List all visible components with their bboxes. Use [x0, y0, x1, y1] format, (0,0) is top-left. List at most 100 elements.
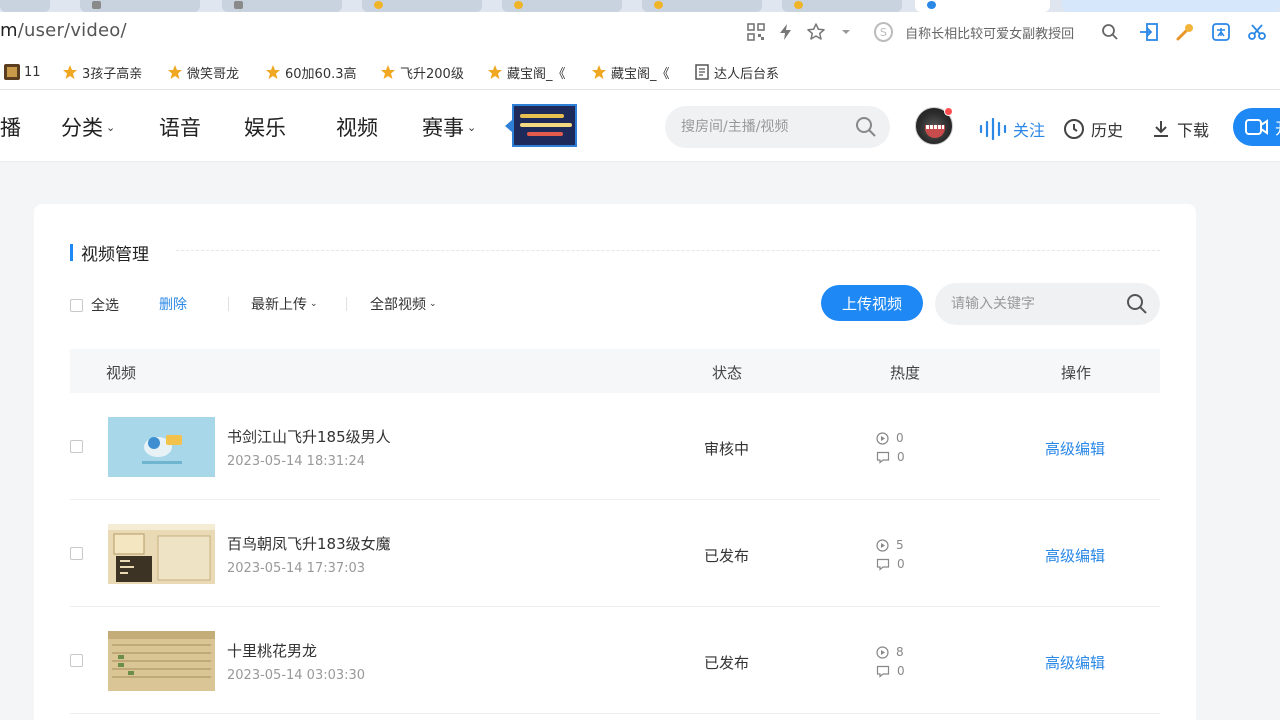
url-field[interactable]: m/user/video/ — [0, 20, 127, 41]
login-icon[interactable] — [1138, 21, 1160, 43]
column-header-status: 状态 — [712, 364, 743, 382]
browser-tab[interactable] — [222, 0, 342, 12]
site-search-box — [665, 106, 890, 148]
sort-dropdown[interactable]: 最新上传 ⌄ — [251, 294, 318, 314]
nav-label: 娱乐 — [244, 116, 286, 140]
table-row: 书剑江山飞升185级男人 2023-05-14 18:31:24 审核中 0 0… — [70, 393, 1160, 500]
bookmark-label: 达人后台系 — [714, 66, 780, 82]
upload-video-button[interactable]: 上传视频 — [821, 285, 923, 321]
video-thumbnail[interactable] — [108, 631, 215, 691]
checkbox[interactable] — [70, 298, 83, 312]
bookmark-item[interactable]: 飞升200级 — [380, 62, 464, 82]
bookmark-label: 藏宝阁_《 — [507, 66, 566, 82]
bookmark-item[interactable]: 60加60.3高 — [265, 62, 357, 82]
qr-code-icon[interactable] — [745, 21, 767, 43]
nav-label: 语音 — [159, 116, 201, 140]
advanced-edit-link[interactable]: 高级编辑 — [1045, 652, 1105, 673]
select-all-checkbox[interactable]: 全选 — [70, 295, 119, 315]
column-header-video: 视频 — [106, 364, 137, 382]
star-bookmark-icon — [62, 64, 78, 80]
comment-icon — [876, 665, 890, 678]
promo-graphic — [527, 132, 563, 136]
follow-link[interactable]: 关注 — [979, 117, 1045, 141]
comment-icon — [876, 558, 890, 571]
history-link[interactable]: 历史 — [1063, 117, 1123, 141]
delete-button[interactable]: 删除 — [159, 294, 187, 314]
chevron-down-icon[interactable] — [835, 21, 857, 43]
lightning-icon[interactable] — [775, 21, 797, 43]
video-title[interactable]: 十里桃花男龙 — [227, 640, 317, 661]
browser-tab[interactable] — [0, 0, 50, 12]
bookmark-item[interactable]: 藏宝阁_《 — [591, 62, 670, 82]
video-thumbnail[interactable] — [108, 524, 215, 584]
search-icon[interactable] — [1126, 293, 1148, 319]
video-date: 2023-05-14 17:37:03 — [227, 561, 366, 576]
table-header: 视频 状态 热度 操作 — [70, 349, 1160, 393]
site-header: 播 分类⌄ 语音 娱乐 视频 赛事⌄ 关注 历史 下载 开 — [0, 90, 1280, 162]
bookmark-item[interactable]: 3孩子高亲 — [62, 62, 142, 82]
filter-dropdown[interactable]: 全部视频 ⌄ — [370, 294, 437, 314]
start-broadcast-button[interactable]: 开 — [1233, 108, 1280, 146]
nav-item-live[interactable]: 播 — [0, 112, 21, 142]
download-link[interactable]: 下载 — [1151, 117, 1209, 141]
bookmark-label: 微笑哥龙 — [187, 66, 240, 82]
divider — [228, 297, 229, 311]
nav-item-events[interactable]: 赛事 ⌄ — [422, 112, 476, 142]
bookmark-label: 60加60.3高 — [285, 66, 357, 82]
sound-wave-icon — [979, 118, 1007, 140]
nav-item-entertainment[interactable]: 娱乐 — [244, 112, 286, 142]
play-count-value: 5 — [896, 538, 904, 552]
translate-icon[interactable] — [1210, 21, 1232, 43]
browser-tab[interactable] — [362, 0, 482, 12]
status-text: 已发布 — [704, 654, 750, 672]
site-search-input[interactable] — [681, 116, 851, 138]
browser-tab-active[interactable] — [915, 0, 1050, 12]
browser-tab[interactable] — [80, 0, 200, 12]
play-icon — [876, 645, 889, 659]
bookmark-item[interactable]: 藏宝阁_《 — [487, 62, 566, 82]
bookmark-item[interactable]: 微笑哥龙 — [167, 62, 239, 82]
nav-item-voice[interactable]: 语音 — [159, 112, 201, 142]
advanced-edit-link[interactable]: 高级编辑 — [1045, 438, 1105, 459]
filter-label: 全部视频 — [370, 297, 426, 313]
browser-toolbar — [1138, 18, 1280, 46]
row-checkbox[interactable] — [70, 547, 83, 560]
select-all-label: 全选 — [91, 298, 119, 314]
scissors-icon[interactable] — [1246, 21, 1268, 43]
search-icon[interactable] — [1099, 21, 1120, 43]
row-checkbox[interactable] — [70, 440, 83, 453]
avatar[interactable] — [915, 107, 953, 145]
promo-graphic — [520, 114, 564, 118]
url-path: /user/video/ — [17, 20, 127, 41]
video-title[interactable]: 书剑江山飞升185级男人 — [227, 426, 391, 447]
row-checkbox[interactable] — [70, 654, 83, 667]
promo-banner[interactable] — [512, 104, 577, 147]
bookmark-item[interactable]: 11 — [4, 62, 41, 82]
video-thumbnail[interactable] — [108, 417, 215, 477]
nav-item-video[interactable]: 视频 — [336, 112, 378, 142]
chevron-down-icon: ⌄ — [310, 299, 318, 309]
comment-count: 0 — [876, 450, 905, 464]
table-row: 十里桃花男龙 2023-05-14 03:03:30 已发布 8 0 高级编辑 — [70, 607, 1160, 714]
keyword-search-input[interactable] — [951, 294, 1111, 314]
history-label: 历史 — [1091, 121, 1124, 140]
keyword-search-box — [935, 283, 1160, 325]
avatar-graphic — [926, 125, 944, 129]
video-title[interactable]: 百鸟朝凤飞升183级女魔 — [227, 533, 391, 554]
star-icon[interactable] — [805, 21, 827, 43]
browser-search-box[interactable]: S 自称长相比较可爱女副教授回 — [866, 18, 1128, 46]
search-icon[interactable] — [855, 116, 877, 142]
advanced-edit-link[interactable]: 高级编辑 — [1045, 545, 1105, 566]
nav-item-category[interactable]: 分类 ⌄ — [61, 112, 115, 142]
divider — [176, 250, 1160, 251]
browser-tab[interactable] — [782, 0, 902, 12]
star-bookmark-icon — [265, 64, 281, 80]
bookmark-item[interactable]: 达人后台系 — [694, 62, 779, 82]
play-count-value: 0 — [896, 431, 904, 445]
nav-label: 播 — [0, 116, 21, 140]
browser-tab[interactable] — [642, 0, 762, 12]
browser-tab[interactable] — [502, 0, 622, 12]
wrench-icon[interactable] — [1174, 21, 1196, 43]
sort-label: 最新上传 — [251, 297, 307, 313]
browser-tab[interactable] — [1062, 0, 1280, 12]
